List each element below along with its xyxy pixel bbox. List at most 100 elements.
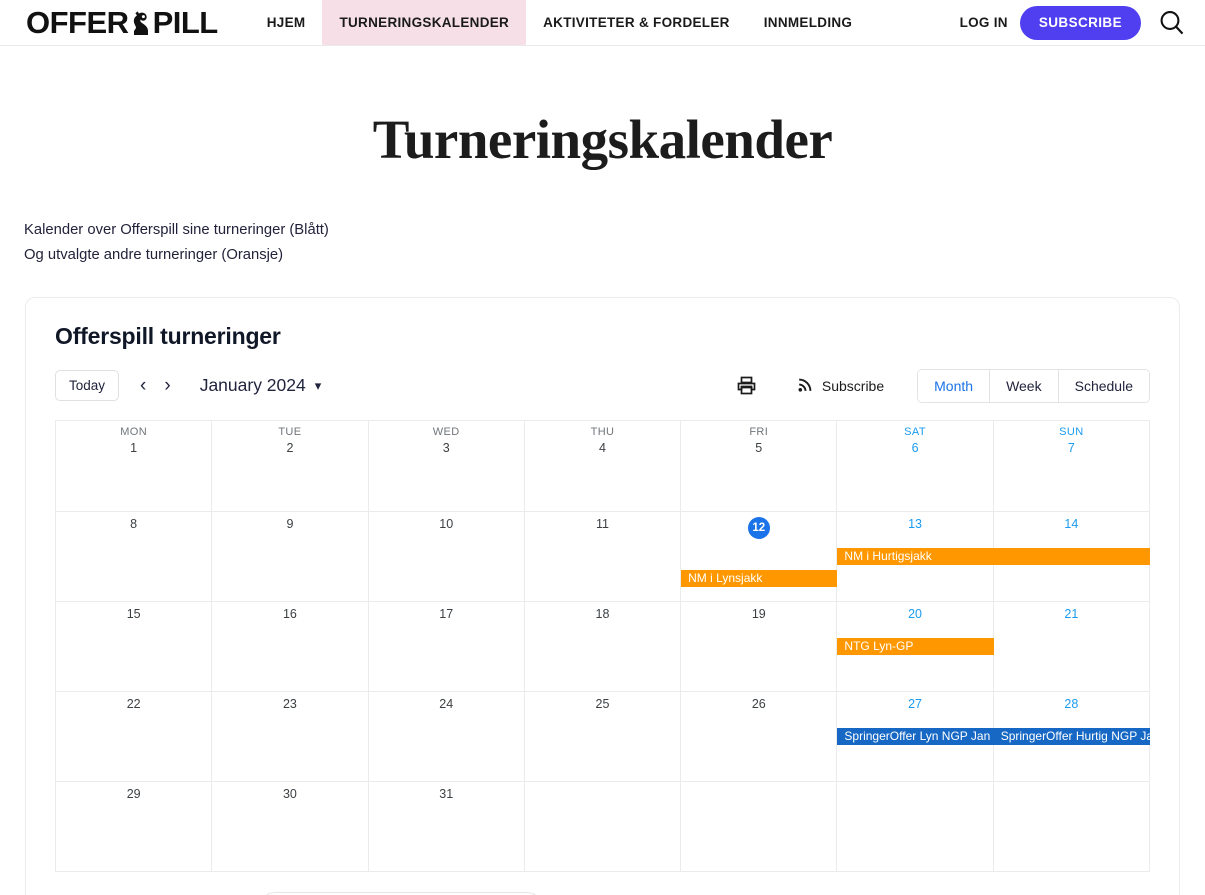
- day-number[interactable]: 7: [994, 441, 1149, 455]
- day-number[interactable]: 8: [56, 517, 211, 531]
- subscribe-feed-button[interactable]: Subscribe: [797, 376, 884, 396]
- day-number[interactable]: 11: [525, 517, 680, 531]
- logo-text-right: PILL: [152, 4, 219, 40]
- day-name-header: TUE: [278, 426, 302, 438]
- chevron-left-icon[interactable]: ‹: [131, 376, 155, 395]
- calendar-day-cell[interactable]: [837, 782, 994, 872]
- calendar-day-cell[interactable]: 8: [56, 512, 213, 602]
- day-number[interactable]: 25: [525, 697, 680, 711]
- calendar-day-cell[interactable]: 19: [681, 602, 838, 692]
- day-number[interactable]: 18: [525, 607, 680, 621]
- page-title: Turneringskalender: [372, 109, 833, 170]
- calendar-card: Offerspill turneringer Today ‹ › January…: [25, 297, 1180, 895]
- calendar-day-cell[interactable]: SUN 7: [993, 421, 1150, 512]
- calendar-event[interactable]: SpringerOffer Lyn NGP Jan: [837, 728, 994, 745]
- login-link[interactable]: LOG IN: [960, 15, 1008, 30]
- calendar-day-cell[interactable]: TUE 2: [212, 421, 369, 512]
- nav-item-turneringskalender[interactable]: TURNERINGSKALENDER: [322, 0, 527, 45]
- calendar-day-cell[interactable]: MON 1: [56, 421, 213, 512]
- calendar-day-cell[interactable]: [681, 782, 838, 872]
- calendar-day-cell[interactable]: 30: [212, 782, 369, 872]
- month-label[interactable]: January 2024: [200, 375, 306, 396]
- nav-item-hjem[interactable]: HJEM: [250, 0, 323, 45]
- day-number[interactable]: 29: [56, 787, 211, 801]
- day-name-header: SUN: [1059, 426, 1084, 438]
- day-number[interactable]: 28: [994, 697, 1149, 711]
- search-icon[interactable]: [1157, 8, 1187, 38]
- calendar-week-row: 29 30 31: [56, 782, 1150, 872]
- site-logo[interactable]: OFFER PILL: [0, 0, 236, 45]
- day-number[interactable]: 27: [837, 697, 992, 711]
- day-number[interactable]: 31: [369, 787, 524, 801]
- day-number[interactable]: 23: [212, 697, 367, 711]
- calendar-day-cell[interactable]: 10: [368, 512, 525, 602]
- calendar-event[interactable]: NTG Lyn-GP: [837, 638, 994, 655]
- calendar-day-cell[interactable]: 21: [993, 602, 1150, 692]
- day-number[interactable]: 15: [56, 607, 211, 621]
- printer-icon[interactable]: [736, 375, 757, 396]
- calendar-day-cell[interactable]: 29: [56, 782, 213, 872]
- calendar-event[interactable]: NM i Lynsjakk: [681, 570, 838, 587]
- chevron-right-icon[interactable]: ›: [155, 376, 179, 395]
- day-name-header: SAT: [904, 426, 926, 438]
- today-button[interactable]: Today: [55, 369, 120, 402]
- calendar-day-cell[interactable]: WED 3: [368, 421, 525, 512]
- day-number[interactable]: 22: [56, 697, 211, 711]
- calendar-day-cell[interactable]: 17: [368, 602, 525, 692]
- day-name-header: FRI: [749, 426, 769, 438]
- calendar-event[interactable]: SpringerOffer Hurtig NGP Jan: [993, 728, 1150, 745]
- day-number[interactable]: 26: [681, 697, 836, 711]
- day-number[interactable]: 21: [994, 607, 1149, 621]
- calendar-title: Offerspill turneringer: [55, 323, 281, 349]
- today-highlight-circle: 12: [747, 517, 770, 539]
- day-number[interactable]: 19: [681, 607, 836, 621]
- calendar-day-cell[interactable]: 23: [212, 692, 369, 782]
- calendar-day-cell[interactable]: 22: [56, 692, 213, 782]
- calendar-day-cell[interactable]: 25: [524, 692, 682, 782]
- calendar-day-cell[interactable]: 26: [681, 692, 838, 782]
- day-number[interactable]: 20: [837, 607, 992, 621]
- day-number[interactable]: 3: [369, 441, 524, 455]
- calendar-day-cell[interactable]: 9: [212, 512, 369, 602]
- calendar-day-cell[interactable]: THU 4: [524, 421, 682, 512]
- day-number[interactable]: 17: [369, 607, 524, 621]
- day-number[interactable]: 10: [369, 517, 524, 531]
- view-tab-schedule[interactable]: Schedule: [1057, 369, 1149, 402]
- today-date-number[interactable]: 12: [681, 517, 836, 539]
- intro-line-2: Og utvalgte andre turneringer (Oransje): [24, 247, 284, 263]
- calendar-day-cell[interactable]: SAT 6: [837, 421, 994, 512]
- day-number[interactable]: 9: [212, 517, 367, 531]
- navbar-right-actions: LOG IN SUBSCRIBE: [960, 0, 1205, 45]
- calendar-day-cell[interactable]: 16: [212, 602, 369, 692]
- view-tab-month[interactable]: Month: [918, 369, 990, 402]
- day-number[interactable]: 14: [994, 517, 1149, 531]
- calendar-day-cell[interactable]: 31: [368, 782, 525, 872]
- day-number[interactable]: 24: [369, 697, 524, 711]
- rss-feed-icon: [797, 376, 814, 396]
- chevron-down-icon[interactable]: ▾: [315, 378, 322, 394]
- calendar-day-cell[interactable]: 15: [56, 602, 213, 692]
- calendar-day-cell[interactable]: 12: [681, 512, 838, 602]
- calendar-week-row: MON 1 TUE 2 WED 3 THU 4 FRI 5 SAT 6 SUN 7: [56, 421, 1150, 512]
- calendar-day-cell[interactable]: [524, 782, 682, 872]
- day-number[interactable]: 1: [56, 441, 211, 455]
- nav-item-aktiviteter-fordeler[interactable]: AKTIVITETER & FORDELER: [526, 0, 747, 45]
- nav-item-innmelding[interactable]: INNMELDING: [747, 0, 870, 45]
- day-number[interactable]: 5: [681, 441, 836, 455]
- day-number[interactable]: 2: [212, 441, 367, 455]
- view-tab-week[interactable]: Week: [989, 369, 1058, 402]
- day-number[interactable]: 30: [212, 787, 367, 801]
- day-number[interactable]: 6: [837, 441, 992, 455]
- calendar-toolbar: Today ‹ › January 2024 ▾ Subscribe Month…: [55, 368, 1150, 403]
- day-number[interactable]: 4: [525, 441, 680, 455]
- calendar-day-cell[interactable]: [993, 782, 1150, 872]
- day-number[interactable]: 16: [212, 607, 367, 621]
- intro-line-1: Kalender over Offerspill sine turneringe…: [24, 222, 329, 238]
- subscribe-button[interactable]: SUBSCRIBE: [1019, 5, 1141, 40]
- calendar-day-cell[interactable]: 11: [524, 512, 682, 602]
- calendar-event[interactable]: NM i Hurtigsjakk: [837, 548, 1150, 565]
- calendar-day-cell[interactable]: FRI 5: [681, 421, 838, 512]
- day-number[interactable]: 13: [837, 517, 992, 531]
- calendar-day-cell[interactable]: 24: [368, 692, 525, 782]
- calendar-day-cell[interactable]: 18: [524, 602, 682, 692]
